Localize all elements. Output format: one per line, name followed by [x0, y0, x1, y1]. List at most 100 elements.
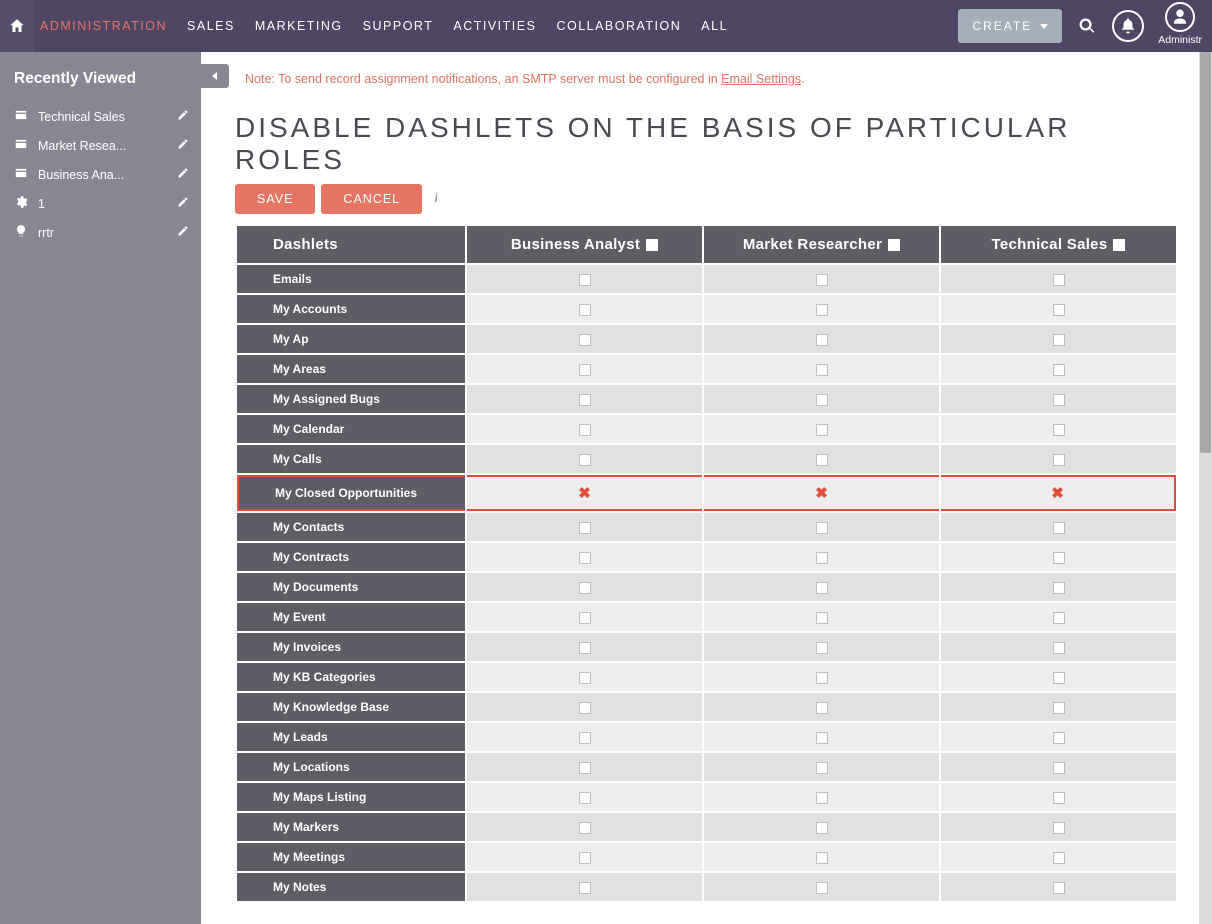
dashlet-cell: [704, 723, 939, 751]
checkbox[interactable]: [816, 424, 828, 436]
checkbox[interactable]: [816, 364, 828, 376]
nav-item-all[interactable]: ALL: [701, 11, 728, 41]
checkbox[interactable]: [579, 792, 591, 804]
checkbox[interactable]: [579, 552, 591, 564]
checkbox[interactable]: [816, 882, 828, 894]
checkbox[interactable]: [579, 762, 591, 774]
checkbox[interactable]: [1053, 792, 1065, 804]
checkbox[interactable]: [1053, 732, 1065, 744]
checkbox[interactable]: [1053, 522, 1065, 534]
checkbox[interactable]: [1053, 612, 1065, 624]
checkbox[interactable]: [1053, 274, 1065, 286]
notifications-button[interactable]: [1112, 10, 1144, 42]
nav-item-marketing[interactable]: MARKETING: [255, 11, 343, 41]
checkbox[interactable]: [1053, 762, 1065, 774]
checkbox[interactable]: [816, 762, 828, 774]
edit-icon[interactable]: [177, 225, 189, 240]
checkbox[interactable]: [1053, 642, 1065, 654]
checkbox[interactable]: [1053, 852, 1065, 864]
dashlet-cell: [467, 445, 702, 473]
checkbox[interactable]: [816, 274, 828, 286]
sidebar-item[interactable]: rrtr: [0, 218, 201, 247]
checkbox[interactable]: [816, 522, 828, 534]
scrollbar-thumb[interactable]: [1200, 52, 1211, 453]
save-button[interactable]: SAVE: [235, 184, 315, 214]
role-header-checkbox[interactable]: [646, 239, 658, 251]
checkbox[interactable]: [579, 582, 591, 594]
checkbox[interactable]: [1053, 582, 1065, 594]
checkbox[interactable]: [579, 454, 591, 466]
sidebar-collapse-button[interactable]: [201, 64, 229, 88]
x-mark-icon[interactable]: ✖: [1051, 485, 1064, 502]
checkbox[interactable]: [816, 852, 828, 864]
checkbox[interactable]: [579, 364, 591, 376]
checkbox[interactable]: [1053, 424, 1065, 436]
checkbox[interactable]: [579, 672, 591, 684]
x-mark-icon[interactable]: ✖: [815, 485, 828, 502]
vertical-scrollbar[interactable]: [1199, 52, 1212, 924]
checkbox[interactable]: [579, 852, 591, 864]
checkbox[interactable]: [579, 822, 591, 834]
checkbox[interactable]: [816, 822, 828, 834]
user-menu[interactable]: Administr: [1158, 2, 1202, 46]
nav-item-collaboration[interactable]: COLLABORATION: [556, 11, 681, 41]
checkbox[interactable]: [1053, 334, 1065, 346]
nav-item-administration[interactable]: ADMINISTRATION: [40, 11, 167, 41]
home-button[interactable]: [0, 0, 34, 52]
checkbox[interactable]: [579, 732, 591, 744]
table-row: My Meetings: [237, 843, 1176, 871]
checkbox[interactable]: [579, 424, 591, 436]
checkbox[interactable]: [1053, 882, 1065, 894]
checkbox[interactable]: [1053, 364, 1065, 376]
checkbox[interactable]: [1053, 702, 1065, 714]
sidebar-item[interactable]: Market Resea...: [0, 131, 201, 160]
checkbox[interactable]: [579, 612, 591, 624]
sidebar-item[interactable]: 1: [0, 189, 201, 218]
checkbox[interactable]: [1053, 552, 1065, 564]
edit-icon[interactable]: [177, 109, 189, 124]
nav-item-activities[interactable]: ACTIVITIES: [453, 11, 536, 41]
checkbox[interactable]: [816, 702, 828, 714]
checkbox[interactable]: [579, 522, 591, 534]
checkbox[interactable]: [816, 792, 828, 804]
checkbox[interactable]: [816, 582, 828, 594]
checkbox[interactable]: [1053, 822, 1065, 834]
checkbox[interactable]: [816, 732, 828, 744]
checkbox[interactable]: [816, 612, 828, 624]
checkbox[interactable]: [816, 642, 828, 654]
checkbox[interactable]: [816, 304, 828, 316]
sidebar-item[interactable]: Business Ana...: [0, 160, 201, 189]
checkbox[interactable]: [1053, 672, 1065, 684]
search-button[interactable]: [1076, 15, 1098, 37]
x-mark-icon[interactable]: ✖: [578, 485, 591, 502]
checkbox[interactable]: [579, 274, 591, 286]
edit-icon[interactable]: [177, 167, 189, 182]
create-button[interactable]: CREATE: [958, 9, 1062, 43]
role-header-checkbox[interactable]: [888, 239, 900, 251]
checkbox[interactable]: [579, 882, 591, 894]
checkbox[interactable]: [579, 394, 591, 406]
edit-icon[interactable]: [177, 196, 189, 211]
info-icon[interactable]: i: [428, 191, 438, 207]
role-header-checkbox[interactable]: [1113, 239, 1125, 251]
checkbox[interactable]: [816, 394, 828, 406]
edit-icon[interactable]: [177, 138, 189, 153]
dashlet-cell: ✖: [941, 475, 1176, 511]
dashlet-cell: [704, 295, 939, 323]
checkbox[interactable]: [816, 454, 828, 466]
checkbox[interactable]: [816, 672, 828, 684]
checkbox[interactable]: [579, 334, 591, 346]
nav-item-support[interactable]: SUPPORT: [363, 11, 434, 41]
checkbox[interactable]: [1053, 454, 1065, 466]
checkbox[interactable]: [579, 642, 591, 654]
checkbox[interactable]: [579, 304, 591, 316]
cancel-button[interactable]: CANCEL: [321, 184, 422, 214]
sidebar-item[interactable]: Technical Sales: [0, 102, 201, 131]
checkbox[interactable]: [816, 552, 828, 564]
email-settings-link[interactable]: Email Settings: [721, 72, 801, 86]
checkbox[interactable]: [1053, 304, 1065, 316]
checkbox[interactable]: [1053, 394, 1065, 406]
checkbox[interactable]: [816, 334, 828, 346]
checkbox[interactable]: [579, 702, 591, 714]
nav-item-sales[interactable]: SALES: [187, 11, 235, 41]
